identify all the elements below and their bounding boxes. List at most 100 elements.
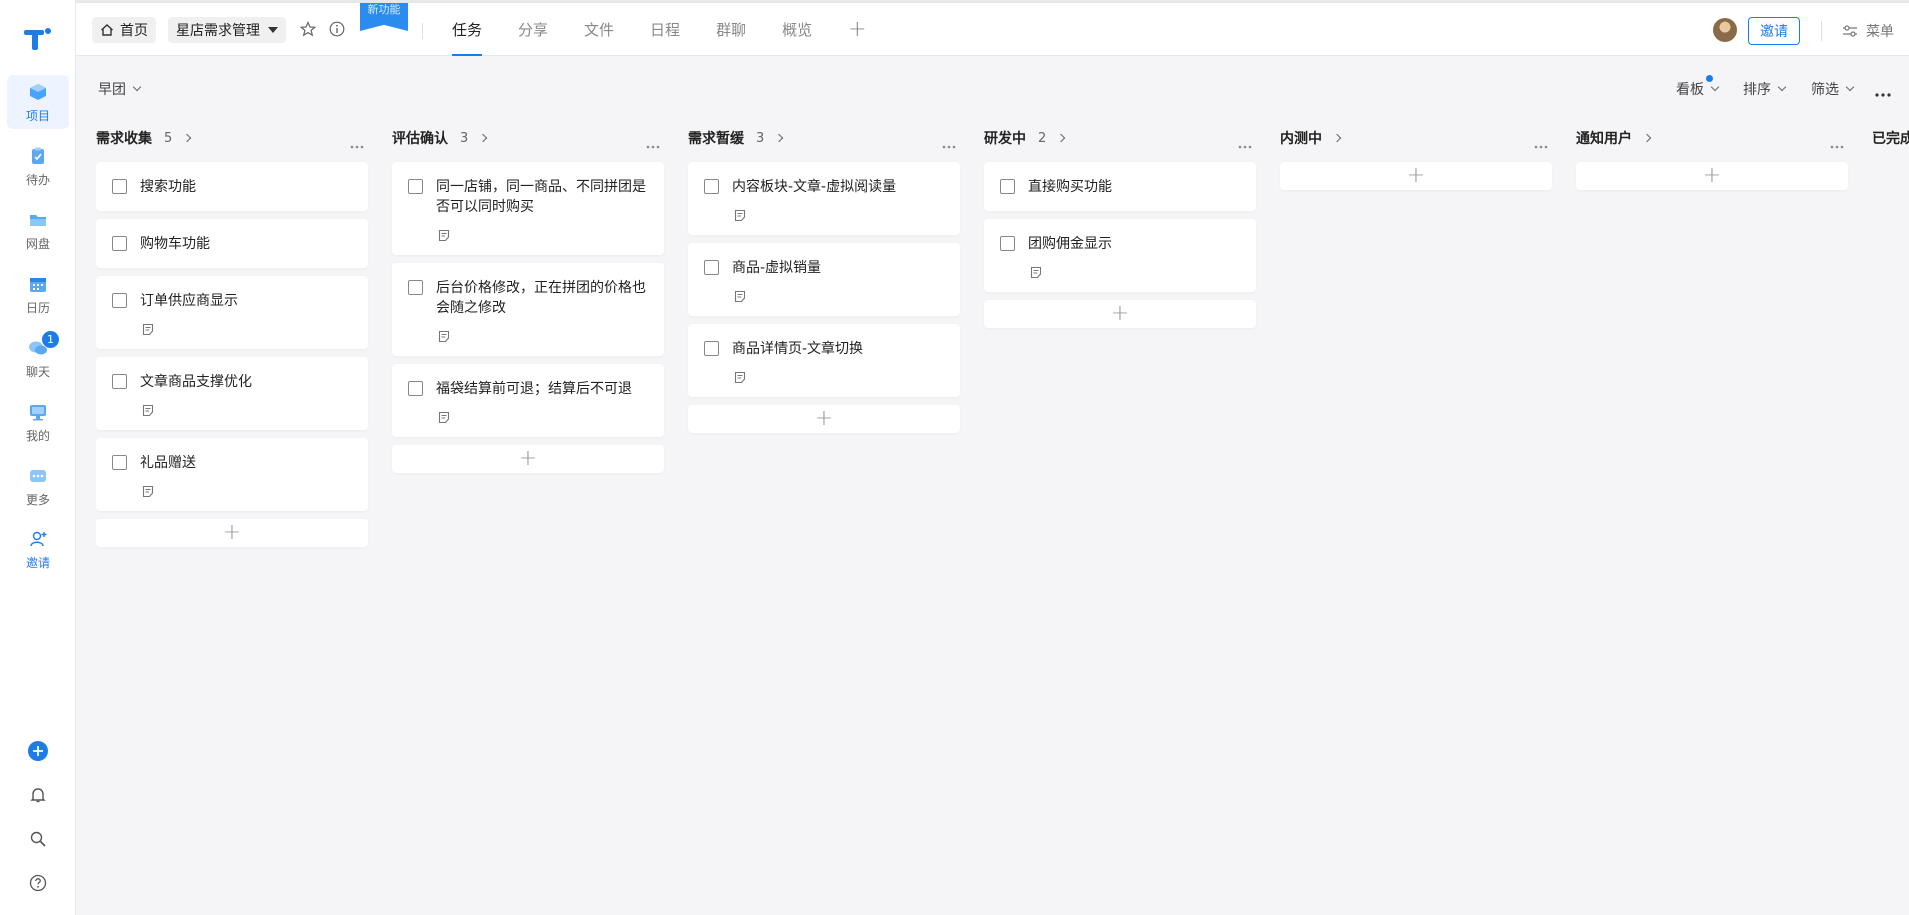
task-card[interactable]: 文章商品支撑优化 [96,357,368,430]
rail-item-my[interactable]: 我的 [7,395,69,449]
info-icon[interactable] [329,21,345,41]
drive-icon [27,209,49,231]
column-more-icon[interactable] [1238,134,1252,153]
rail-item-drive[interactable]: 网盘 [7,203,69,257]
task-checkbox[interactable] [408,280,423,295]
task-title: 礼品赠送 [140,455,196,471]
column-title: 研发中 [984,131,1026,147]
rail-item-calendar[interactable]: 日历 [7,267,69,321]
task-title: 文章商品支撑优化 [140,374,252,390]
column-more-icon[interactable] [1830,134,1844,153]
task-checkbox[interactable] [112,293,127,308]
chevron-down-icon [132,82,142,92]
column-more-icon[interactable] [942,134,956,153]
new-feature-ribbon[interactable]: 新功能 [360,3,408,31]
rail-item-label: 邀请 [25,555,50,570]
tab-tasks[interactable]: 任务 [452,3,483,56]
invite-user-icon [27,528,49,550]
chevron-right-icon[interactable] [1057,133,1066,143]
invite-button[interactable]: 邀请 [1748,17,1800,45]
add-card-button[interactable]: + [688,405,960,433]
task-checkbox[interactable] [112,374,127,389]
rail-item-project[interactable]: 项目 [7,75,69,129]
task-card[interactable]: 内容板块-文章-虚拟阅读量 [688,162,960,235]
task-checkbox[interactable] [704,179,719,194]
task-checkbox[interactable] [704,260,719,275]
column-more-icon[interactable] [1534,134,1548,153]
avatar[interactable] [1713,18,1737,42]
column-header: 通知用户 [1576,120,1848,156]
column-header: 研发中 2 [984,120,1256,156]
filter-selector[interactable]: 筛选 [1811,79,1855,99]
star-icon[interactable] [299,21,317,41]
add-tab-plus-icon[interactable]: + [848,3,866,56]
task-card[interactable]: 直接购买功能 [984,162,1256,211]
column-title: 评估确认 [392,131,448,147]
tab-schedule[interactable]: 日程 [650,3,680,56]
task-card[interactable]: 商品-虚拟销量 [688,243,960,316]
rail-item-todo[interactable]: 待办 [7,139,69,193]
column-header: 评估确认 3 [392,120,664,156]
tab-overview[interactable]: 概览 [782,3,812,56]
bell-icon[interactable] [24,781,52,809]
task-title: 商品-虚拟销量 [732,260,822,276]
task-card[interactable]: 商品详情页-文章切换 [688,324,960,397]
column-count: 3 [460,130,469,146]
task-title: 团购佣金显示 [1028,236,1112,252]
add-card-button[interactable]: + [96,519,368,547]
chevron-right-icon[interactable] [479,133,488,143]
task-checkbox[interactable] [408,179,423,194]
task-card[interactable]: 购物车功能 [96,219,368,268]
task-checkbox[interactable] [704,341,719,356]
rail-item-chat[interactable]: 1 聊天 [7,330,69,385]
add-card-button[interactable]: + [1280,162,1552,190]
view-selector[interactable]: 看板 [1676,75,1720,99]
tab-files[interactable]: 文件 [584,3,614,56]
kanban-column: 需求暂缓 3 内容板块-文章-虚拟阅读量 商品-虚拟销量 商品详情页-文章切换 … [688,120,960,433]
sort-selector[interactable]: 排序 [1743,79,1787,99]
task-checkbox[interactable] [112,455,127,470]
column-count: 5 [164,130,173,146]
task-checkbox[interactable] [1000,236,1015,251]
app-logo-icon[interactable] [22,22,54,54]
rail-item-more[interactable]: 更多 [7,459,69,513]
add-card-button[interactable]: + [984,300,1256,328]
column-more-icon[interactable] [646,134,660,153]
create-plus-icon[interactable] [24,737,52,765]
column-count: 2 [1038,130,1047,146]
kanban-column: 内测中 + [1280,120,1552,190]
my-icon [27,401,49,423]
chevron-right-icon[interactable] [183,133,192,143]
task-checkbox[interactable] [112,236,127,251]
chevron-right-icon[interactable] [775,133,784,143]
menu-button[interactable]: 菜单 [1842,19,1894,43]
group-selector[interactable]: 早团 [98,79,142,99]
task-card[interactable]: 后台价格修改，正在拼团的价格也会随之修改 [392,263,664,356]
home-button[interactable]: 首页 [92,17,156,43]
task-card[interactable]: 礼品赠送 [96,438,368,511]
project-switcher[interactable]: 星店需求管理 [168,17,286,43]
task-card[interactable]: 同一店铺，同一商品、不同拼团是否可以同时购买 [392,162,664,255]
task-card[interactable]: 搜索功能 [96,162,368,211]
add-card-button[interactable]: + [1576,162,1848,190]
rail-item-label: 更多 [25,492,50,507]
kanban-column: 通知用户 + [1576,120,1848,190]
more-options-icon[interactable] [1875,82,1891,101]
add-card-button[interactable]: + [392,445,664,473]
search-icon[interactable] [24,825,52,853]
column-more-icon[interactable] [350,134,364,153]
task-card[interactable]: 福袋结算前可退；结算后不可退 [392,364,664,437]
task-checkbox[interactable] [408,381,423,396]
tab-group-chat[interactable]: 群聊 [716,3,746,56]
divider [1821,21,1822,41]
task-card[interactable]: 团购佣金显示 [984,219,1256,292]
task-checkbox[interactable] [112,179,127,194]
chevron-right-icon[interactable] [1642,133,1652,143]
help-icon[interactable] [24,869,52,897]
chevron-right-icon[interactable] [1332,133,1342,143]
caret-down-icon [268,27,278,33]
task-checkbox[interactable] [1000,179,1015,194]
task-card[interactable]: 订单供应商显示 [96,276,368,349]
rail-item-invite[interactable]: 邀请 [7,522,69,576]
tab-share[interactable]: 分享 [518,3,548,56]
